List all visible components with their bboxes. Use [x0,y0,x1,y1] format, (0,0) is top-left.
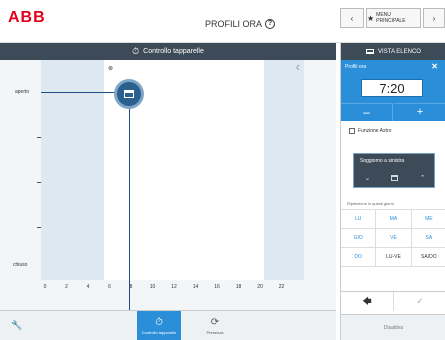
schedule-time-line [129,92,130,310]
time-editor: 7:20 – + [341,73,445,121]
profile-title: Profili ora [345,63,367,70]
y-tick [37,137,41,138]
astro-checkbox[interactable] [349,128,355,134]
time-increase-button[interactable]: + [394,103,445,121]
x-tick-label: 6 [108,284,111,290]
time-profile-chart[interactable]: ⊗ ☾ aperto chiuso 0 2 4 6 8 10 12 14 16 18 20 22 [0,60,336,310]
y-tick [37,227,41,228]
room-shutter-controls: ⌄ ⌃ [354,170,436,186]
night-zone-morning [41,60,104,280]
night-zone-evening [264,60,304,280]
day-monday[interactable]: LU [341,210,377,228]
sunrise-icon: ⊗ [108,66,114,72]
day-row: LU MA ME [341,210,445,229]
disable-button[interactable]: Disattiva [341,314,445,340]
y-label-closed: chiuso [13,262,28,268]
panel-actions: 🡄 ✓ [341,291,445,311]
x-tick-label: 8 [129,284,133,290]
y-tick [37,182,41,183]
abb-logo: ABB [8,9,46,26]
wrench-icon[interactable]: 🔧 [11,320,22,331]
tab-shutter-control[interactable]: ⏱ Controllo tapparelle [137,311,181,340]
x-tick-label: 22 [278,284,285,290]
list-view-icon [366,49,375,54]
tab-presence[interactable]: ⟳ Presenza [196,311,234,340]
room-shutter-card: Soggiorno a sinistra ⌄ ⌃ [353,153,435,188]
repeat-label: Ripetizione in questi giorni [347,201,394,206]
x-tick-label: 0 [43,284,47,290]
schedule-level-line [41,92,129,93]
x-tick-label: 14 [192,284,199,290]
page-title: PROFILI ORA ? [205,19,276,29]
presence-clock-icon: ⟳ [210,317,220,328]
help-icon[interactable]: ? [265,19,276,29]
x-tick-label: 4 [86,284,90,290]
time-value[interactable]: 7:20 [361,79,423,97]
main-menu-label: MENU PRINCIPALE [376,12,406,24]
stopwatch-icon: ⏱ [155,317,163,328]
astro-label: Funzione Astro [358,128,392,134]
time-decrease-button[interactable]: – [341,103,393,121]
x-tick-label: 2 [65,284,68,290]
day-weekend[interactable]: SA/DO [412,248,445,266]
moon-icon: ☾ [296,65,303,72]
schedule-point-handle[interactable] [117,82,141,106]
x-tick-label: 10 [149,284,156,290]
profile-detail-panel: VISTA ELENCO Profili ora ✕ 7:20 – + Funz… [340,43,445,340]
checkmark-icon: ✓ [416,296,424,306]
x-tick-label: 16 [214,284,220,290]
main-menu-button[interactable]: ★ MENU PRINCIPALE [366,8,421,28]
x-tick-label: 12 [171,284,177,290]
room-label: Soggiorno a sinistra [360,158,405,164]
tab-presence-label: Presenza [206,330,224,335]
profile-title-bar: Profili ora ✕ [341,60,445,73]
shutter-icon[interactable] [391,175,399,181]
day-friday[interactable]: VE [376,229,412,247]
day-selector: LU MA ME GIO VE SA DO LU-VE SA/DO [341,209,445,267]
astro-function-toggle[interactable]: Funzione Astro [349,128,391,134]
shutter-control-header: ⏱ Controllo tapparelle [0,43,336,60]
stopwatch-icon: ⏱ [132,46,140,56]
y-label-open: aperto [15,89,30,95]
page-title-text: PROFILI ORA [205,19,263,29]
day-tuesday[interactable]: MA [376,210,412,228]
star-icon: ★ [367,13,375,23]
shutter-control-title: Controllo tapparelle [143,48,204,55]
day-saturday[interactable]: SA [412,229,445,247]
shutter-icon [124,90,134,98]
nav-prev-button[interactable]: ‹ [340,8,364,28]
back-arrow-icon: 🡄 [362,295,372,306]
day-sunday[interactable]: DO [341,248,377,266]
back-button[interactable]: 🡄 [341,292,393,311]
close-icon[interactable]: ✕ [431,60,438,73]
x-tick-label: 18 [235,284,242,290]
chevron-left-icon: ‹ [350,13,354,23]
day-row: GIO VE SA [341,229,445,248]
confirm-button[interactable]: ✓ [393,292,445,311]
day-wednesday[interactable]: ME [412,210,445,228]
x-tick-label: 20 [257,284,263,290]
header: ABB PROFILI ORA ? ‹ ★ MENU PRINCIPALE › [0,0,445,43]
nav-next-button[interactable]: › [423,8,445,28]
tab-shutter-control-label: Controllo tapparelle [141,330,177,335]
bottom-toolbar: 🔧 ⏱ Controllo tapparelle ⟳ Presenza [0,310,336,340]
chevron-right-icon: › [432,13,436,23]
day-weekdays[interactable]: LU-VE [376,248,412,266]
chevron-up-icon[interactable]: ⌃ [420,174,426,182]
chevron-down-icon[interactable]: ⌄ [365,174,371,182]
list-view-label: VISTA ELENCO [378,48,421,55]
day-row: DO LU-VE SA/DO [341,248,445,267]
day-thursday[interactable]: GIO [341,229,377,247]
list-view-button[interactable]: VISTA ELENCO [341,43,445,60]
